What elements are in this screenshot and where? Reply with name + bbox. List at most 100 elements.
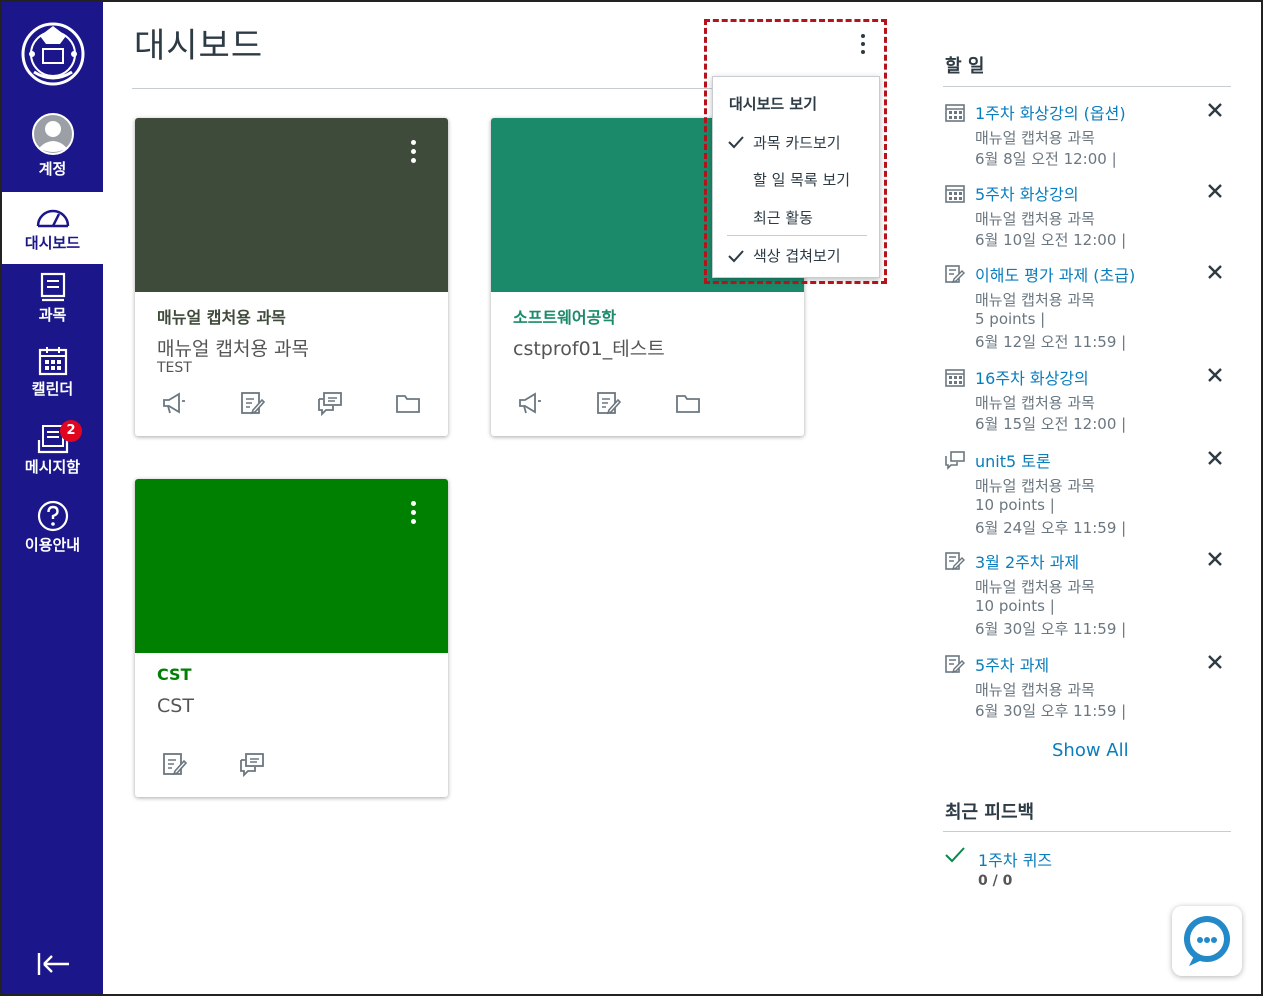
nav-inbox-label: 메시지함 — [24, 458, 81, 476]
course-card-hero[interactable] — [135, 479, 448, 653]
todo-item-course: 매뉴얼 캡처용 과목 — [975, 681, 1095, 699]
calendar-icon — [38, 347, 67, 376]
todo-divider — [943, 86, 1231, 87]
global-navigation: 계정 대시보드 과목 캘린더 2 메시지함 이용안내 — [2, 2, 103, 994]
todo-item: 5주차 과제 매뉴얼 캡처용 과목 6월 30일 오후 11:59 | — [943, 652, 1231, 722]
course-card-hero[interactable] — [135, 118, 448, 292]
page-title: 대시보드 — [134, 26, 264, 66]
todo-item-due: 6월 15일 오전 12:00 | — [975, 415, 1127, 433]
discussion-icon[interactable] — [317, 390, 343, 417]
todo-item-due: 6월 10일 오전 12:00 | — [975, 231, 1127, 249]
course-card[interactable]: 매뉴얼 캡처용 과목 매뉴얼 캡처용 과목 TEST — [135, 118, 448, 436]
todo-item-points: 5 points | — [975, 310, 1046, 328]
announcement-icon[interactable] — [161, 390, 187, 416]
nav-dashboard-label: 대시보드 — [24, 234, 81, 252]
recent-feedback-heading: 최근 피드백 — [945, 802, 1035, 823]
todo-item: unit5 토론 매뉴얼 캡처용 과목 10 points | 6월 24일 오… — [943, 448, 1231, 540]
todo-item-title[interactable]: 이해도 평가 과제 (초급) — [975, 262, 1135, 286]
nav-calendar-label: 캘린더 — [31, 380, 74, 398]
close-icon[interactable] — [1207, 551, 1223, 567]
todo-item-due: 6월 12일 오전 11:59 | — [975, 333, 1127, 351]
assignment-icon[interactable] — [239, 390, 266, 416]
nav-courses-label: 과목 — [38, 306, 67, 324]
todo-item-title[interactable]: 3월 2주차 과제 — [975, 549, 1079, 573]
todo-item-due: 6월 30일 오후 11:59 | — [975, 620, 1127, 638]
university-logo[interactable] — [20, 18, 86, 90]
announcement-icon[interactable] — [517, 390, 543, 416]
nav-help[interactable]: 이용안내 — [2, 500, 103, 555]
assignment-icon — [945, 655, 965, 674]
close-icon[interactable] — [1207, 183, 1223, 199]
assignment-icon[interactable] — [161, 751, 188, 777]
calendar-icon — [945, 369, 965, 387]
course-card-options-icon[interactable] — [408, 140, 418, 170]
nav-account-label: 계정 — [38, 160, 67, 178]
collapse-nav-button[interactable] — [36, 950, 72, 978]
files-icon[interactable] — [395, 390, 421, 416]
nav-account[interactable]: 계정 — [2, 112, 103, 179]
avatar-icon — [31, 113, 74, 155]
help-icon — [37, 500, 68, 532]
course-card-title[interactable]: 소프트웨어공학 — [513, 304, 616, 328]
todo-item-course: 매뉴얼 캡처용 과목 — [975, 578, 1095, 596]
todo-item-due: 6월 30일 오후 11:59 | — [975, 702, 1127, 720]
todo-item: 3월 2주차 과제 매뉴얼 캡처용 과목 10 points | 6월 30일 … — [943, 549, 1231, 641]
assignment-icon[interactable] — [595, 390, 622, 416]
todo-item-course: 매뉴얼 캡처용 과목 — [975, 394, 1095, 412]
todo-item-title[interactable]: 5주차 과제 — [975, 652, 1049, 676]
files-icon[interactable] — [675, 390, 701, 416]
todo-item-course: 매뉴얼 캡처용 과목 — [975, 477, 1095, 495]
check-icon — [945, 847, 965, 863]
todo-item-due: 6월 8일 오전 12:00 | — [975, 150, 1117, 168]
course-card-code: 매뉴얼 캡처용 과목 — [157, 338, 309, 360]
show-all-link[interactable]: Show All — [1052, 740, 1129, 761]
todo-item-points: 10 points | — [975, 496, 1055, 514]
assignment-icon — [945, 265, 965, 284]
nav-calendar[interactable]: 캘린더 — [2, 346, 103, 399]
todo-item-title[interactable]: 16주차 화상강의 — [975, 365, 1089, 389]
inbox-unread-badge: 2 — [60, 420, 82, 442]
chat-bubble-icon — [1184, 916, 1230, 966]
calendar-icon — [945, 185, 965, 203]
discussion-icon — [945, 451, 965, 470]
todo-item-course: 매뉴얼 캡처용 과목 — [975, 291, 1095, 309]
course-card-title[interactable]: 매뉴얼 캡처용 과목 — [157, 304, 286, 328]
nav-dashboard[interactable]: 대시보드 — [2, 192, 103, 264]
feedback-item-score: 0 / 0 — [978, 873, 1013, 889]
course-card-term: TEST — [157, 360, 192, 376]
nav-help-label: 이용안내 — [24, 536, 81, 554]
todo-item: 16주차 화상강의 매뉴얼 캡처용 과목 6월 15일 오전 12:00 | — [943, 365, 1231, 435]
todo-item: 이해도 평가 과제 (초급) 매뉴얼 캡처용 과목 5 points | 6월 … — [943, 262, 1231, 354]
close-icon[interactable] — [1207, 654, 1223, 670]
todo-item-title[interactable]: 1주차 화상강의 (옵션) — [975, 100, 1126, 124]
course-card-code: cstprof01_테스트 — [513, 338, 665, 360]
close-icon[interactable] — [1207, 102, 1223, 118]
todo-item: 1주차 화상강의 (옵션) 매뉴얼 캡처용 과목 6월 8일 오전 12:00 … — [943, 100, 1231, 170]
todo-heading: 할 일 — [945, 56, 985, 77]
todo-item-course: 매뉴얼 캡처용 과목 — [975, 129, 1095, 147]
close-icon[interactable] — [1207, 450, 1223, 466]
nav-courses[interactable]: 과목 — [2, 272, 103, 325]
chat-button[interactable] — [1172, 906, 1242, 976]
todo-item-title[interactable]: 5주차 화상강의 — [975, 181, 1079, 205]
courses-icon — [40, 272, 65, 302]
course-card-title[interactable]: CST — [157, 665, 191, 684]
feedback-item-title[interactable]: 1주차 퀴즈 — [978, 847, 1052, 871]
calendar-icon — [945, 104, 965, 122]
course-card-options-icon[interactable] — [408, 501, 418, 531]
course-card[interactable]: CST CST — [135, 479, 448, 797]
discussion-icon[interactable] — [239, 751, 265, 778]
course-card-code: CST — [157, 695, 194, 717]
feedback-divider — [943, 831, 1231, 832]
dashboard-icon — [36, 209, 69, 228]
nav-inbox[interactable]: 2 메시지함 — [2, 420, 103, 477]
close-icon[interactable] — [1207, 367, 1223, 383]
todo-item-due: 6월 24일 오후 11:59 | — [975, 519, 1127, 537]
todo-item-title[interactable]: unit5 토론 — [975, 448, 1051, 472]
highlight-annotation-box — [704, 19, 887, 284]
close-icon[interactable] — [1207, 264, 1223, 280]
todo-item-points: 10 points | — [975, 597, 1055, 615]
assignment-icon — [945, 552, 965, 571]
collapse-arrow-icon — [37, 953, 69, 975]
todo-item-course: 매뉴얼 캡처용 과목 — [975, 210, 1095, 228]
